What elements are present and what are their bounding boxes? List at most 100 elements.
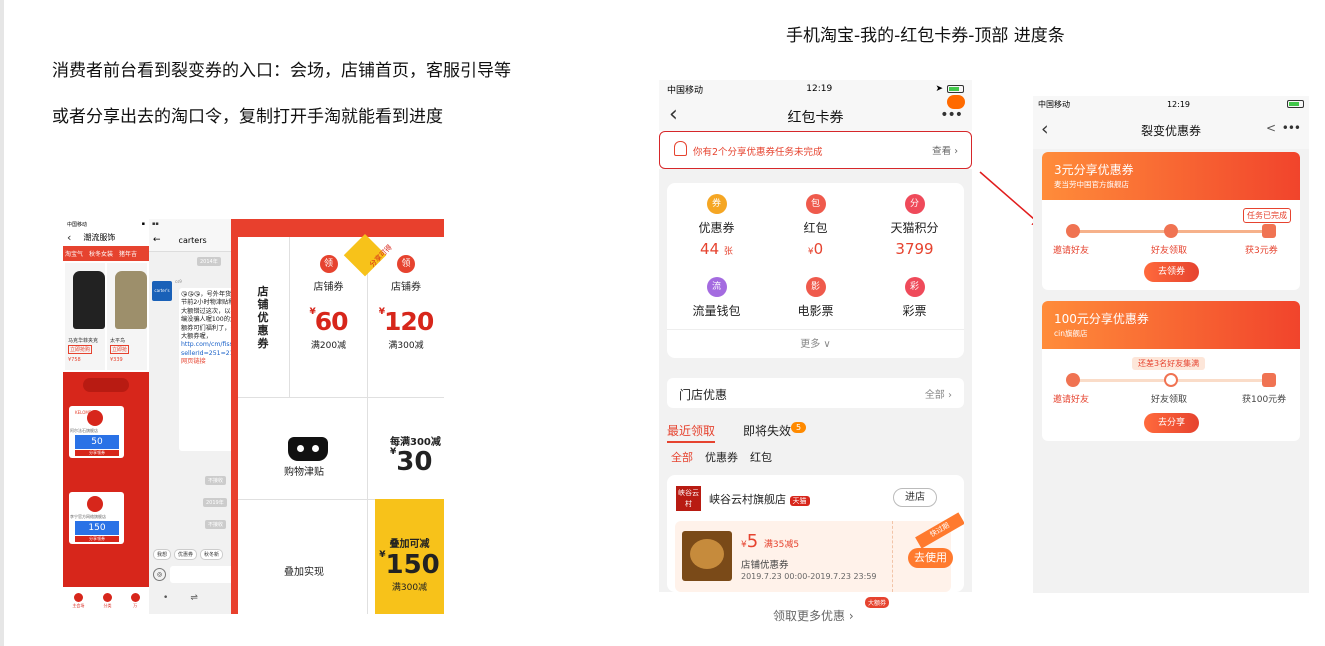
red-packet-icon: 包: [805, 194, 826, 214]
value-number: 0: [813, 240, 824, 258]
asset-coupons[interactable]: 券 优惠券 44 张: [667, 194, 766, 258]
more-icon[interactable]: •••: [940, 107, 963, 123]
tab-label: 分类: [103, 602, 112, 608]
share-get-coupon-button[interactable]: 分享领券: [75, 450, 119, 456]
share-button[interactable]: 去分享: [1144, 413, 1199, 433]
step-label: 好友领取: [1151, 246, 1188, 256]
category-tab[interactable]: 淘宝气: [65, 249, 83, 258]
nav-bar: ‹ 裂变优惠券 < •••: [1033, 113, 1309, 149]
tmall-cat-icon: [288, 437, 328, 461]
shop-name: cin旗舰店: [1054, 329, 1088, 338]
chat-timestamp: 2014年: [197, 257, 221, 266]
asset-lottery[interactable]: 彩 彩票: [865, 277, 964, 319]
clock-text: 12:19: [1166, 100, 1191, 109]
get-more-offers-link[interactable]: 领取更多优惠 ›: [773, 607, 854, 624]
product-image: [682, 531, 732, 581]
location-icon: ➤: [935, 84, 943, 94]
coupon-amount: 150: [75, 521, 119, 535]
notice-text: 你有2个分享优惠券任务未完成: [693, 147, 823, 158]
category-tab[interactable]: 猪年吉: [119, 249, 137, 258]
chat-input[interactable]: [170, 566, 237, 583]
enter-store-button[interactable]: 进店: [893, 488, 937, 507]
coupon-value: 120: [384, 307, 434, 336]
voice-icon[interactable]: ◎: [153, 568, 166, 581]
coupon-validity: 2019.7.23 00:00-2019.7.23 23:59: [741, 572, 877, 581]
use-coupon-button[interactable]: 去使用: [908, 548, 953, 568]
tab-expiring[interactable]: 即将失效 5: [743, 422, 807, 443]
check-icon: [1164, 224, 1178, 238]
dashed-divider: [892, 521, 893, 592]
asset-label: 电影票: [797, 304, 834, 318]
claim-icon[interactable]: 领: [319, 255, 338, 273]
buy-now-tag: 立即抢购: [68, 345, 93, 354]
grid-divider: [238, 397, 444, 398]
product-card[interactable]: 马克华菲夹克 立即抢购 ¥758: [65, 263, 105, 370]
tab-label: 即将失效: [743, 424, 792, 438]
filter-red-packets[interactable]: 红包: [750, 449, 772, 465]
customer-service-chat-screenshot: ▪▪ ← carters 2014年 carter's cs9 😘😘😘，号外年货…: [149, 219, 237, 614]
more-icon[interactable]: •••: [1282, 121, 1301, 135]
asset-data-wallet[interactable]: 流 流量钱包: [667, 277, 766, 319]
chat-input-row: ◎: [153, 566, 237, 583]
share-coupon-card[interactable]: KELOME 阿尔法石旗舰店 50 分享领券: [69, 406, 124, 458]
nav-bar: ‹ 潮流服饰: [63, 229, 149, 246]
chat-message-bubble: 😘😘😘，号外年货节前2小时物津贴和大额错过这次，以小编没骗人喔100的大额券可们…: [179, 288, 237, 451]
claim-coupon-button[interactable]: 去领券: [1144, 262, 1199, 282]
web-link-label[interactable]: 网页链接: [181, 358, 237, 366]
battery-icon: [947, 85, 964, 93]
store-name[interactable]: 峡谷云村旗舰店 天猫: [709, 491, 810, 507]
quick-reply[interactable]: 优惠券: [174, 549, 198, 560]
slide-page: 消费者前台看到裂变券的入口：会场，店铺首页，客服引导等 或者分享出去的淘口令，复…: [0, 0, 1325, 646]
coupon-filter-tabs: 全部 优惠券 红包: [671, 449, 772, 465]
asset-movie-ticket[interactable]: 影 电影票: [766, 277, 865, 319]
per-300-off-amount: ¥30: [390, 447, 432, 477]
share-get-coupon-button[interactable]: 分享领券: [75, 536, 119, 542]
big-coupon-badge: 大额券: [865, 597, 890, 608]
intro-text-line-2: 或者分享出去的淘口令，复制打开手淘就能看到进度: [52, 107, 443, 127]
share-coupon-card[interactable]: 李宁官方网络旗舰店 150 分享领券: [69, 492, 124, 544]
cat-eye: [312, 445, 319, 452]
dot-icon[interactable]: •: [163, 593, 168, 603]
asset-tmall-points[interactable]: 分 天猫积分 3799: [865, 194, 964, 258]
card-header: 100元分享优惠券 cin旗舰店: [1042, 301, 1300, 349]
quick-reply[interactable]: 我想: [153, 549, 172, 560]
filter-coupons[interactable]: 优惠券: [705, 449, 738, 465]
product-card[interactable]: 太平鸟 立即抢 ¥339: [107, 263, 147, 370]
step-label: 获3元券: [1245, 246, 1278, 256]
tab-label: 主会场: [72, 602, 85, 608]
coupon-link[interactable]: http.com/cm/fiss?sellerId=251=2143ad5637…: [181, 341, 237, 356]
coupon-amount: 50: [75, 435, 119, 449]
view-link[interactable]: 查看 ›: [932, 143, 958, 157]
venue-screenshot: 中国移动 ▪ ‹ 潮流服饰 淘宝气 秋冬女装 猪年吉 马克华菲夹克 立即抢购 ¥…: [63, 219, 149, 614]
step-label: 邀请好友: [1053, 395, 1090, 405]
tab-more[interactable]: 万: [130, 592, 140, 609]
claim-icon[interactable]: 领: [397, 255, 415, 273]
status-bar: 中国移动 12:19: [1033, 96, 1309, 113]
nav-bar: ‹ 红包卡券 •••: [659, 95, 972, 132]
more-toggle[interactable]: 更多 ∨: [667, 335, 964, 350]
category-tab[interactable]: 秋冬女装: [89, 249, 113, 258]
coupon-amount: ¥5 满35减5: [741, 531, 799, 552]
store-name-text: 峡谷云村旗舰店: [709, 493, 786, 506]
filter-all[interactable]: 全部: [671, 449, 693, 465]
back-icon[interactable]: ‹: [67, 231, 71, 244]
share-icon[interactable]: <: [1266, 121, 1276, 135]
view-all-link[interactable]: 全部 ›: [925, 386, 952, 401]
switch-icon[interactable]: ⇌: [190, 593, 198, 603]
asset-red-packet[interactable]: 包 红包 ¥0: [766, 194, 865, 258]
share-task-notice[interactable]: 你有2个分享优惠券任务未完成 查看 ›: [659, 131, 972, 169]
quick-reply-row: 我想 优惠券 秋冬新: [149, 549, 237, 560]
tab-category[interactable]: 分类: [102, 592, 112, 609]
task-complete-badge: 任务已完成: [1243, 208, 1291, 223]
store-coupons-row[interactable]: 门店优惠 全部 ›: [667, 378, 964, 408]
shop-coupon-120[interactable]: 领 店铺券 ¥120 满300减: [368, 251, 444, 351]
check-icon: [1066, 224, 1080, 238]
coupon-title: 3元分享优惠券: [1054, 163, 1134, 177]
tab-recent[interactable]: 最近领取: [667, 422, 716, 443]
jacket-image: [115, 271, 147, 329]
back-arrow-icon[interactable]: ←: [153, 235, 161, 245]
tab-main-venue[interactable]: 主会场: [72, 592, 85, 609]
quick-reply[interactable]: 秋冬新: [200, 549, 224, 560]
asset-value: 3799: [895, 240, 934, 258]
coupon-tabs: 最近领取 即将失效 5: [667, 422, 807, 443]
